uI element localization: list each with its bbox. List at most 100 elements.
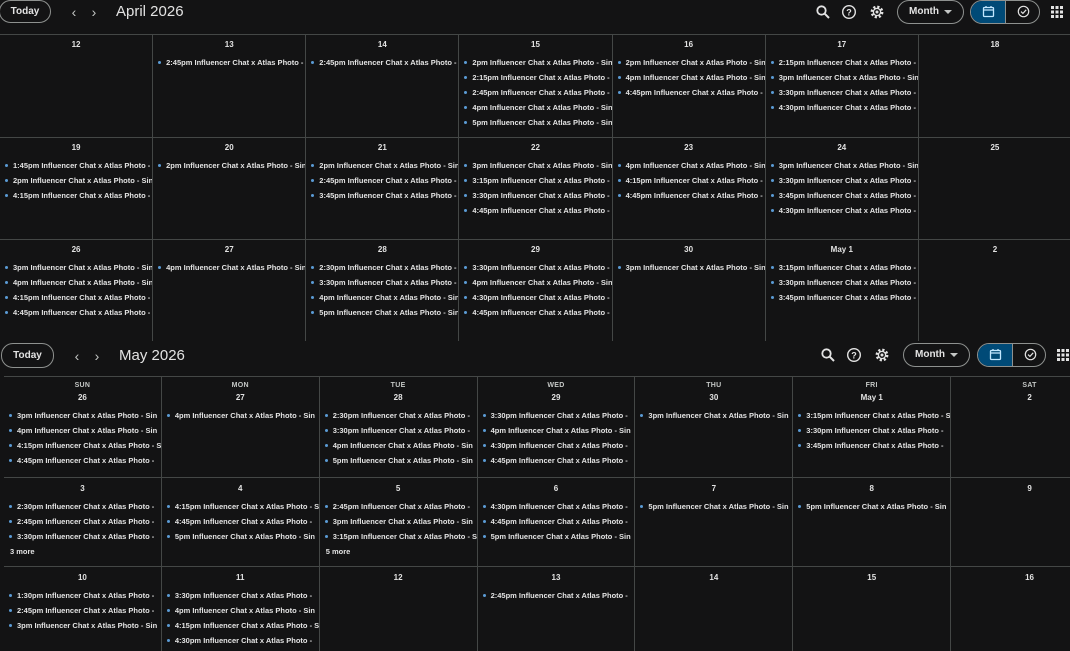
event-chip[interactable]: 3pm Influencer Chat x Atlas Photo - Sin: [4, 618, 161, 633]
event-chip[interactable]: 2:45pm Influencer Chat x Atlas Photo -: [320, 499, 477, 514]
view-select[interactable]: Month: [897, 0, 964, 24]
day-cell[interactable]: 5 2:45pm Influencer Chat x Atlas Photo -3…: [319, 478, 477, 566]
gear-icon[interactable]: [869, 4, 885, 20]
date-number[interactable]: 30: [635, 392, 792, 404]
date-number[interactable]: 9: [951, 483, 1070, 495]
chevron-left-icon[interactable]: ‹: [66, 4, 82, 20]
event-chip[interactable]: 3:15pm Influencer Chat x Atlas Photo - S: [793, 408, 950, 423]
event-chip[interactable]: 3pm Influencer Chat x Atlas Photo - Sin: [766, 158, 918, 173]
event-chip[interactable]: 4:45pm Influencer Chat x Atlas Photo -: [478, 453, 635, 468]
event-chip[interactable]: 4:30pm Influencer Chat x Atlas Photo -: [459, 290, 611, 305]
day-cell[interactable]: 24 3pm Influencer Chat x Atlas Photo - Si…: [765, 137, 918, 240]
event-chip[interactable]: 3pm Influencer Chat x Atlas Photo - Sin: [635, 408, 792, 423]
event-chip[interactable]: 2:45pm Influencer Chat x Atlas Photo -: [4, 514, 161, 529]
view-select[interactable]: Month: [903, 343, 970, 367]
event-chip[interactable]: 3pm Influencer Chat x Atlas Photo - Sin: [4, 408, 161, 423]
event-chip[interactable]: 1:45pm Influencer Chat x Atlas Photo - S: [0, 158, 152, 173]
event-chip[interactable]: 3:45pm Influencer Chat x Atlas Photo -: [793, 438, 950, 453]
event-chip[interactable]: 3pm Influencer Chat x Atlas Photo - Sin: [320, 514, 477, 529]
date-number[interactable]: 25: [919, 142, 1070, 154]
date-number[interactable]: 12: [0, 39, 152, 51]
date-number[interactable]: 30: [613, 244, 765, 256]
event-chip[interactable]: 3:15pm Influencer Chat x Atlas Photo - S: [320, 529, 477, 544]
event-chip[interactable]: 4pm Influencer Chat x Atlas Photo - Sin: [0, 275, 152, 290]
date-number[interactable]: 24: [766, 142, 918, 154]
date-number[interactable]: 3: [4, 483, 161, 495]
event-chip[interactable]: 3:45pm Influencer Chat x Atlas Photo -: [306, 188, 458, 203]
event-chip[interactable]: 4:15pm Influencer Chat x Atlas Photo - S: [613, 173, 765, 188]
calendar-view-button[interactable]: [978, 344, 1012, 366]
day-cell[interactable]: 14: [635, 567, 793, 651]
event-chip[interactable]: 5pm Influencer Chat x Atlas Photo - Sin: [459, 115, 612, 130]
event-chip[interactable]: 4:45pm Influencer Chat x Atlas Photo -: [613, 85, 765, 100]
day-cell[interactable]: 21 2pm Influencer Chat x Atlas Photo - Si…: [306, 137, 459, 240]
day-cell[interactable]: 20 2pm Influencer Chat x Atlas Photo - Si…: [153, 137, 306, 240]
event-chip[interactable]: 3pm Influencer Chat x Atlas Photo - Sin: [459, 158, 612, 173]
event-chip[interactable]: 4:30pm Influencer Chat x Atlas Photo -: [766, 100, 918, 115]
date-number[interactable]: 12: [320, 572, 477, 584]
day-cell[interactable]: 16 2pm Influencer Chat x Atlas Photo - Si…: [612, 35, 765, 137]
day-cell[interactable]: 12: [319, 567, 477, 651]
date-number[interactable]: 2: [951, 392, 1070, 404]
event-chip[interactable]: 2pm Influencer Chat x Atlas Photo - Sin: [0, 173, 152, 188]
event-chip[interactable]: 4pm Influencer Chat x Atlas Photo - Sin: [4, 423, 161, 438]
day-cell[interactable]: WED 29 3:30pm Influencer Chat x Atlas Phot…: [477, 377, 635, 477]
event-chip[interactable]: 2:45pm Influencer Chat x Atlas Photo -: [306, 55, 458, 70]
day-cell[interactable]: 10 1:30pm Influencer Chat x Atlas Photo -…: [4, 567, 161, 651]
day-cell[interactable]: 15: [793, 567, 951, 651]
date-number[interactable]: 26: [0, 244, 152, 256]
event-chip[interactable]: 4pm Influencer Chat x Atlas Photo - Sin: [320, 438, 477, 453]
day-cell[interactable]: 16: [951, 567, 1070, 651]
more-events-link[interactable]: 5 more: [320, 544, 477, 559]
more-events-link[interactable]: 3 more: [4, 544, 161, 559]
event-chip[interactable]: 3:30pm Influencer Chat x Atlas Photo -: [766, 85, 918, 100]
event-chip[interactable]: 3:45pm Influencer Chat x Atlas Photo -: [766, 290, 918, 305]
date-number[interactable]: 28: [320, 392, 477, 404]
date-number[interactable]: 15: [793, 572, 950, 584]
event-chip[interactable]: 2:45pm Influencer Chat x Atlas Photo -: [306, 173, 458, 188]
date-number[interactable]: May 1: [793, 392, 950, 404]
search-icon[interactable]: [815, 4, 831, 20]
day-cell[interactable]: 14 2:45pm Influencer Chat x Atlas Photo -: [306, 35, 459, 137]
day-cell[interactable]: 8 5pm Influencer Chat x Atlas Photo - Sin: [793, 478, 951, 566]
date-number[interactable]: 21: [306, 142, 458, 154]
day-cell[interactable]: THU 30 3pm Influencer Chat x Atlas Photo -…: [635, 377, 793, 477]
event-chip[interactable]: 2:45pm Influencer Chat x Atlas Photo -: [478, 588, 635, 603]
event-chip[interactable]: 3:15pm Influencer Chat x Atlas Photo - S: [459, 173, 612, 188]
event-chip[interactable]: 4:45pm Influencer Chat x Atlas Photo -: [613, 188, 765, 203]
day-cell[interactable]: 6 4:30pm Influencer Chat x Atlas Photo -4…: [477, 478, 635, 566]
day-cell[interactable]: MON 27 4pm Influencer Chat x Atlas Photo -…: [161, 377, 319, 477]
apps-grid-icon[interactable]: [1049, 4, 1065, 20]
event-chip[interactable]: 4:45pm Influencer Chat x Atlas Photo -: [4, 453, 161, 468]
event-chip[interactable]: 4:15pm Influencer Chat x Atlas Photo - S: [4, 438, 161, 453]
event-chip[interactable]: 3:30pm Influencer Chat x Atlas Photo -: [306, 275, 458, 290]
event-chip[interactable]: 4pm Influencer Chat x Atlas Photo - Sin: [306, 290, 458, 305]
event-chip[interactable]: 4pm Influencer Chat x Atlas Photo - Sin: [162, 603, 319, 618]
day-cell[interactable]: 13 2:45pm Influencer Chat x Atlas Photo -: [477, 567, 635, 651]
day-cell[interactable]: 26 3pm Influencer Chat x Atlas Photo - Si…: [0, 240, 153, 341]
event-chip[interactable]: 4:30pm Influencer Chat x Atlas Photo -: [766, 203, 918, 218]
today-button[interactable]: Today: [1, 343, 54, 368]
event-chip[interactable]: 5pm Influencer Chat x Atlas Photo - Sin: [478, 529, 635, 544]
event-chip[interactable]: 3pm Influencer Chat x Atlas Photo - Sin: [613, 260, 765, 275]
day-cell[interactable]: 30 3pm Influencer Chat x Atlas Photo - Si…: [612, 240, 765, 341]
event-chip[interactable]: 4pm Influencer Chat x Atlas Photo - Sin: [162, 408, 319, 423]
event-chip[interactable]: 5pm Influencer Chat x Atlas Photo - Sin: [306, 305, 458, 320]
event-chip[interactable]: 4pm Influencer Chat x Atlas Photo - Sin: [459, 100, 612, 115]
tasks-view-button[interactable]: [1005, 1, 1039, 23]
today-button[interactable]: Today: [0, 0, 51, 23]
day-cell[interactable]: FRI May 1 3:15pm Influencer Chat x Atlas P…: [793, 377, 951, 477]
event-chip[interactable]: 3:30pm Influencer Chat x Atlas Photo -: [459, 188, 611, 203]
event-chip[interactable]: 3:30pm Influencer Chat x Atlas Photo -: [793, 423, 950, 438]
event-chip[interactable]: 3pm Influencer Chat x Atlas Photo - Sin: [766, 70, 918, 85]
date-number[interactable]: 13: [478, 572, 635, 584]
event-chip[interactable]: 5pm Influencer Chat x Atlas Photo - Sin: [320, 453, 477, 468]
event-chip[interactable]: 4:15pm Influencer Chat x Atlas Photo - S: [162, 499, 319, 514]
event-chip[interactable]: 3:30pm Influencer Chat x Atlas Photo -: [4, 529, 161, 544]
chevron-right-icon[interactable]: ›: [86, 4, 102, 20]
event-chip[interactable]: 2:45pm Influencer Chat x Atlas Photo -: [4, 603, 161, 618]
day-cell[interactable]: 15 2pm Influencer Chat x Atlas Photo - Si…: [459, 35, 612, 137]
event-chip[interactable]: 2:45pm Influencer Chat x Atlas Photo -: [459, 85, 611, 100]
tasks-view-button[interactable]: [1012, 344, 1045, 366]
chevron-left-icon[interactable]: ‹: [69, 348, 85, 364]
